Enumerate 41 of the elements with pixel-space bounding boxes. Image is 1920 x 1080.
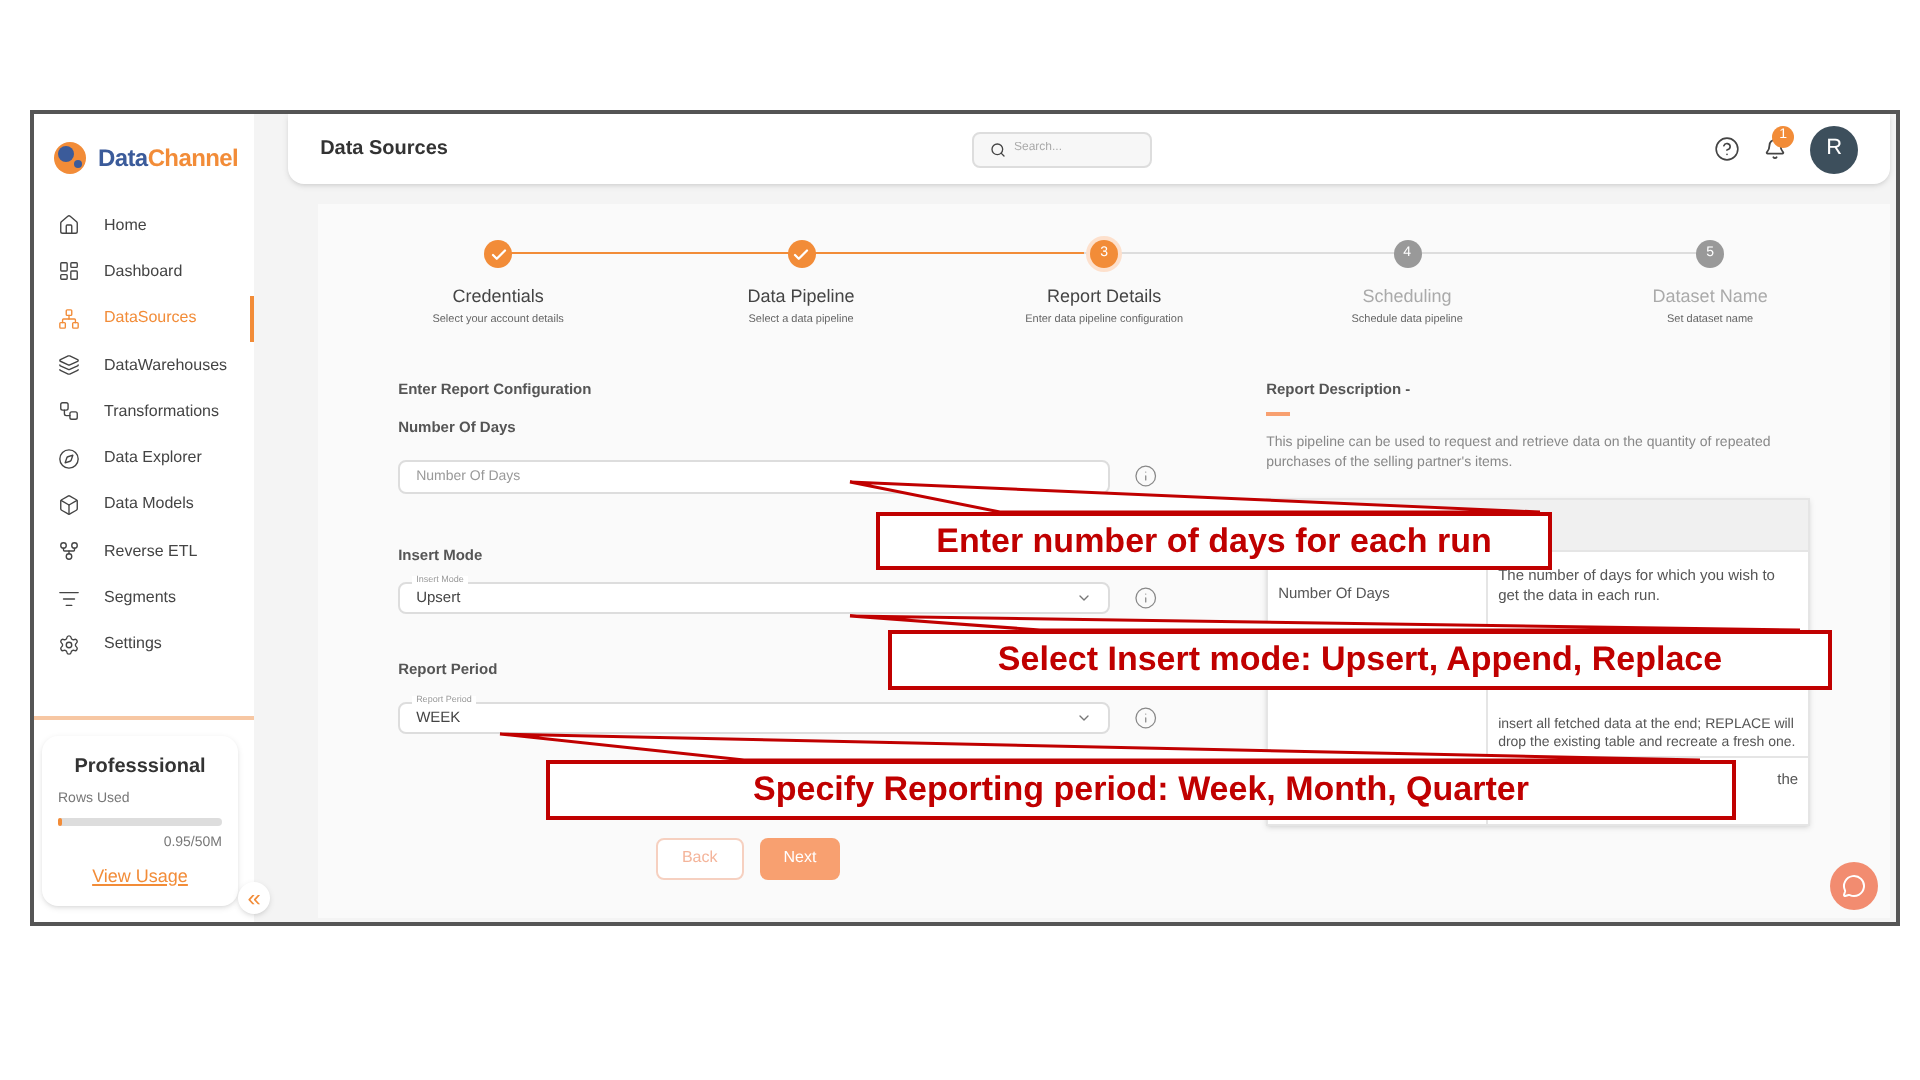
brand-name: DataChannel: [98, 142, 239, 176]
logo-icon: [50, 138, 90, 178]
step-title: Credentials: [452, 284, 544, 310]
check-icon: [792, 245, 811, 263]
grid-icon: [58, 260, 80, 283]
step-title: Report Details: [1047, 284, 1162, 310]
chat-button[interactable]: [1830, 862, 1879, 910]
step-title: Data Pipeline: [747, 284, 855, 310]
fork-icon: [58, 540, 80, 563]
bell-icon[interactable]: [1764, 138, 1787, 160]
filter-list-icon: [58, 587, 80, 610]
workflow-icon: [58, 400, 80, 423]
callout-text: Specify Reporting period: Week, Month, Quarter: [546, 760, 1736, 820]
settings-icon: [58, 633, 80, 656]
sidebar-item[interactable]: Settings: [34, 621, 255, 668]
home-icon: [58, 214, 80, 237]
step-title: Scheduling: [1362, 284, 1452, 310]
help-icon[interactable]: [1714, 136, 1741, 162]
sidebar-item[interactable]: Reverse ETL: [34, 528, 255, 575]
sidebar-item[interactable]: Transformations: [34, 388, 255, 435]
sidebar-item[interactable]: DataWarehouses: [34, 341, 255, 389]
step-title: Dataset Name: [1652, 284, 1768, 310]
sidebar-item[interactable]: Home: [34, 202, 255, 249]
info-icon[interactable]: [1134, 464, 1159, 489]
search-icon: [989, 139, 1006, 159]
sidebar-item[interactable]: Data Explorer: [34, 434, 255, 482]
compass-icon: [58, 447, 80, 470]
sidebar-item[interactable]: Data Models: [34, 481, 255, 529]
callout-text: Enter number of days for each run: [876, 512, 1552, 570]
network-icon: [58, 307, 80, 330]
box-icon: [58, 493, 80, 516]
info-icon[interactable]: [1134, 705, 1159, 730]
layers-icon: [58, 354, 80, 377]
chat-icon: [1842, 874, 1867, 898]
sidebar-item[interactable]: Segments: [34, 574, 255, 622]
avatar[interactable]: R: [1810, 125, 1859, 173]
sidebar-item[interactable]: Dashboard: [34, 248, 255, 296]
plan-name: Professsional: [72, 753, 208, 781]
info-icon[interactable]: [1134, 585, 1159, 610]
page-title: Data Sources: [320, 136, 448, 164]
check-icon: [489, 245, 508, 263]
